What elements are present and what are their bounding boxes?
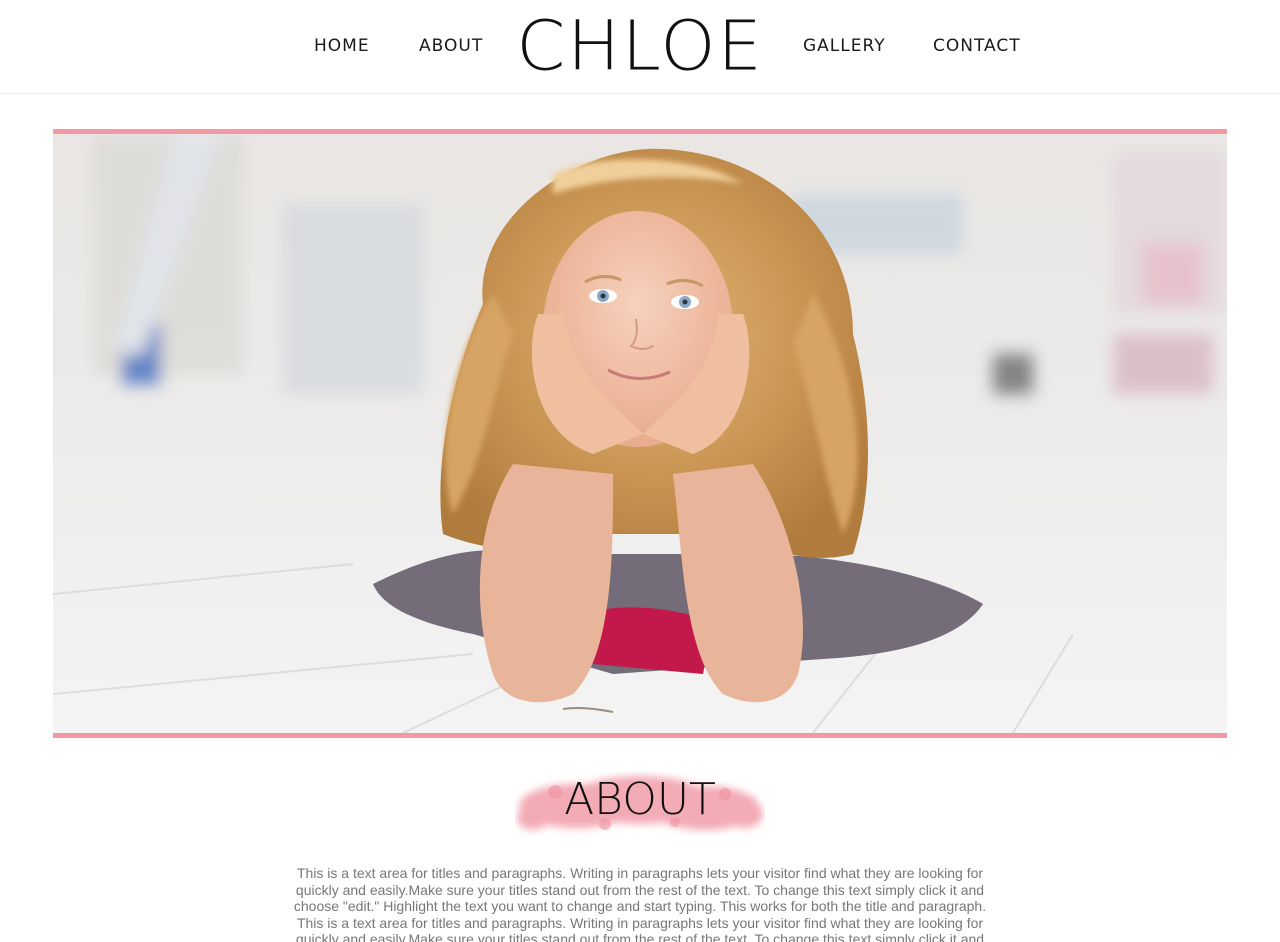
about-heading: ABOUT bbox=[515, 770, 765, 838]
hero-photo bbox=[53, 134, 1227, 733]
nav-gallery-link[interactable]: GALLERY bbox=[803, 36, 886, 56]
site-header: HOME ABOUT CHLOE GALLERY CONTACT bbox=[0, 0, 1280, 94]
about-title: ABOUT bbox=[564, 774, 716, 825]
about-paragraph: This is a text area for titles and parag… bbox=[293, 865, 987, 942]
nav-home-link[interactable]: HOME bbox=[314, 36, 370, 56]
page: HOME ABOUT CHLOE GALLERY CONTACT ABOUT T… bbox=[0, 0, 1280, 942]
nav-contact-link[interactable]: CONTACT bbox=[933, 36, 1021, 56]
site-logo[interactable]: CHLOE bbox=[516, 11, 761, 82]
hero-frame bbox=[53, 129, 1227, 738]
nav-about-link[interactable]: ABOUT bbox=[419, 36, 483, 56]
